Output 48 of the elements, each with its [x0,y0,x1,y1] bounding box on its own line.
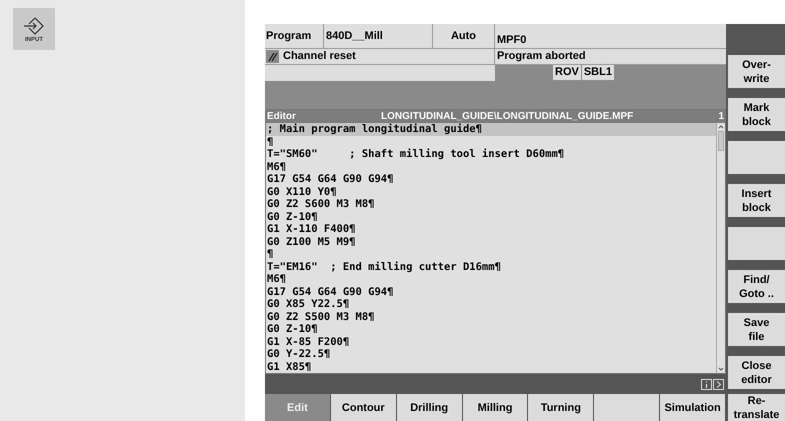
info-icon[interactable] [701,379,712,390]
next-icon[interactable] [713,379,724,390]
code-line[interactable]: G0 Z2 S600 M3 M8¶ [266,198,716,210]
scroll-thumb[interactable] [718,131,724,151]
code-line[interactable]: G0 X85 Y22.5¶ [266,298,716,310]
code-line[interactable]: ¶ [266,136,716,148]
code-line[interactable]: G0 Z-10¶ [266,323,716,336]
blank-softkey[interactable] [728,227,785,260]
softkey[interactable]: Simulation [660,394,726,421]
code-line[interactable]: G17 G54 G64 G90 G94¶ [266,286,716,298]
arrow-into-diamond-icon [23,16,45,36]
scrollbar[interactable] [716,123,725,373]
softkey[interactable]: Turning [528,394,594,421]
softkey[interactable]: Mark block [728,98,785,131]
code-line[interactable]: G0 Y-22.5¶ [266,348,716,360]
code-line[interactable]: G1 X-85 F200¶ [266,336,716,348]
softkey[interactable]: Re- translate [728,394,785,421]
softkey[interactable]: Over- write [728,55,785,88]
softkey[interactable]: Insert block [728,184,785,217]
channel-status: Channel reset [283,49,356,64]
softkey[interactable]: Drilling [396,394,462,421]
code-line[interactable]: G0 Z-10¶ [266,210,716,223]
softkey[interactable]: Close editor [728,356,785,389]
reset-icon [266,50,279,63]
code-line[interactable]: G17 G54 G64 G90 G94¶ [266,173,716,186]
blank-softkey[interactable] [594,394,660,421]
softkey[interactable]: Find/ Goto .. [728,270,785,303]
channel-number: 1 [718,110,724,124]
code-line[interactable]: G0 X110 Y0¶ [266,186,716,198]
code-line[interactable]: G1 X85¶ [266,360,716,373]
softkey[interactable]: Contour [330,394,396,421]
status-indicator: SBL1 [582,65,614,80]
code-line[interactable]: G0 Z100 M5 M9¶ [266,236,716,248]
code-line[interactable]: M6¶ [266,160,716,173]
scroll-up-icon[interactable] [717,123,725,131]
scroll-down-icon[interactable] [717,365,725,373]
editor-title: Editor [267,110,296,124]
code-line[interactable]: ¶ [266,248,716,260]
code-line[interactable]: G0 Z2 S500 M3 M8¶ [266,310,716,323]
file-path: LONGITUDINAL_GUIDE\LONGITUDINAL_GUIDE.MPF [380,110,634,124]
code-line[interactable]: G1 X-110 F400¶ [266,223,716,236]
code-line[interactable]: M6¶ [266,273,716,286]
code-line[interactable]: T="SM60" ; Shaft milling tool insert D60mm¶ [266,148,716,160]
blank-softkey[interactable] [728,141,785,174]
softkey[interactable]: Save file [728,313,785,346]
status-indicator: ROV [553,65,581,80]
softkey[interactable]: Milling [462,394,528,421]
code-line[interactable]: T="EM16" ; End milling cutter D16mm¶ [266,260,716,273]
